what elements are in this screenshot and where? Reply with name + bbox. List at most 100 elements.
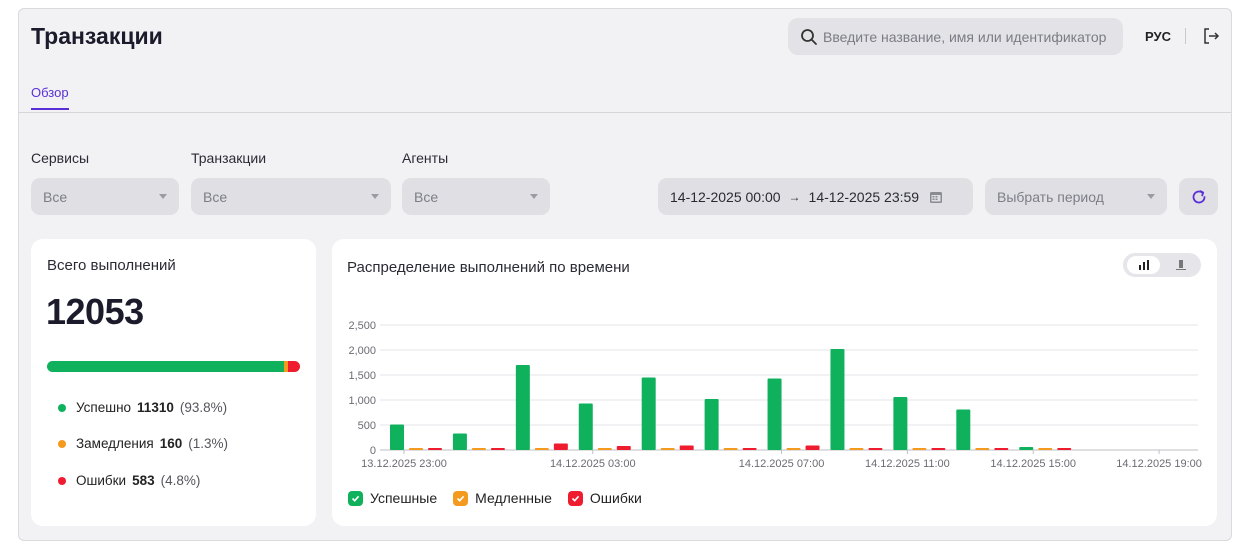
search-input[interactable] bbox=[823, 28, 1123, 45]
checkbox-icon bbox=[567, 490, 583, 506]
stat-label: Ошибки bbox=[76, 473, 127, 488]
legend-label: Успешные bbox=[370, 490, 438, 506]
bar-0-7 bbox=[830, 349, 845, 450]
stat-count: 11310 bbox=[137, 400, 174, 415]
date-to: 14-12-2025 23:59 bbox=[808, 188, 920, 205]
period-select-placeholder: Выбрать период bbox=[997, 188, 1104, 205]
distribution-card: Распределение выполнений по времени 0 500… bbox=[332, 239, 1217, 526]
agents-label: Агенты bbox=[402, 150, 449, 166]
bar-0-10 bbox=[1019, 447, 1034, 450]
bar-2-2 bbox=[553, 443, 568, 450]
legend-errors[interactable]: Ошибки bbox=[567, 490, 642, 506]
date-range-picker[interactable]: 14-12-2025 00:00 → 14-12-2025 23:59 bbox=[658, 178, 973, 215]
bar-chart: 0 500 1,000 1,500 2,000 2,500 13.12.2025 23:00… bbox=[348, 320, 1201, 470]
period-select[interactable]: Выбрать период bbox=[985, 178, 1167, 215]
chevron-down-icon bbox=[159, 194, 167, 199]
bar-0-5 bbox=[704, 399, 719, 450]
bar-2-7 bbox=[868, 448, 883, 450]
bar-1-4 bbox=[660, 448, 675, 450]
bar-2-10 bbox=[1057, 448, 1072, 450]
y-tick-label: 2,000 bbox=[348, 345, 376, 357]
tab-bar: Обзор bbox=[19, 79, 1231, 113]
stat-percent: (1.3%) bbox=[188, 436, 229, 451]
x-tick-label: 14.12.2025 15:00 bbox=[990, 458, 1076, 470]
transactions-select[interactable]: Все bbox=[191, 178, 391, 215]
x-tick-label: 13.12.2025 23:00 bbox=[361, 458, 447, 470]
status-bar-segment-errors bbox=[287, 361, 300, 372]
checkbox-icon bbox=[348, 490, 363, 506]
legend-label: Ошибки bbox=[589, 490, 642, 506]
services-select-value: Все bbox=[43, 188, 68, 205]
app-frame: Транзакции РУС Обзор Сервисы Транзакции … bbox=[18, 8, 1232, 541]
legend-success[interactable]: Успешные bbox=[348, 490, 437, 506]
bar-2-9 bbox=[994, 448, 1009, 450]
bar-1-5 bbox=[723, 448, 738, 450]
x-tick-label: 14.12.2025 11:00 bbox=[865, 458, 950, 470]
arrow-right-icon: → bbox=[788, 189, 801, 204]
bar-0-6 bbox=[767, 378, 782, 450]
y-tick-label: 1,000 bbox=[348, 395, 376, 407]
y-tick-label: 2,500 bbox=[348, 320, 376, 332]
stat-label: Замедления bbox=[76, 436, 154, 451]
agents-select[interactable]: Все bbox=[402, 178, 550, 215]
status-bar-segment-success bbox=[47, 361, 285, 372]
y-tick-label: 500 bbox=[358, 420, 376, 432]
search-box[interactable] bbox=[788, 18, 1123, 55]
bar-0-1 bbox=[452, 433, 467, 450]
chart-legend: Успешные Медленные Ошибки bbox=[348, 490, 658, 506]
legend-slow[interactable]: Медленные bbox=[453, 490, 552, 506]
bar-0-4 bbox=[641, 377, 656, 450]
bar-1-2 bbox=[534, 448, 549, 450]
bar-2-4 bbox=[679, 445, 694, 450]
error-dot-icon bbox=[58, 476, 66, 485]
slow-dot-icon bbox=[58, 439, 66, 448]
stat-errors: Ошибки 583 (4.8%) bbox=[58, 473, 200, 488]
stat-count: 583 bbox=[132, 473, 155, 488]
y-tick-label: 1,500 bbox=[348, 370, 376, 382]
total-count: 12053 bbox=[46, 291, 144, 332]
date-from: 14-12-2025 00:00 bbox=[670, 188, 781, 205]
bar-1-6 bbox=[786, 448, 801, 450]
stat-success: Успешно 11310 (93.8%) bbox=[58, 400, 227, 415]
refresh-icon bbox=[1192, 189, 1205, 203]
bar-1-7 bbox=[849, 448, 864, 450]
bar-0-3 bbox=[578, 403, 593, 450]
bar-1-3 bbox=[597, 448, 612, 450]
tab-overview[interactable]: Обзор bbox=[31, 85, 69, 110]
x-tick-label: 14.12.2025 03:00 bbox=[550, 458, 636, 470]
x-tick-label: 14.12.2025 07:00 bbox=[739, 458, 825, 470]
services-label: Сервисы bbox=[31, 150, 90, 166]
search-icon bbox=[801, 28, 817, 45]
transactions-label: Транзакции bbox=[191, 150, 267, 166]
chevron-down-icon bbox=[530, 194, 538, 199]
bar-0-9 bbox=[956, 409, 971, 450]
legend-label: Медленные bbox=[475, 490, 552, 506]
stat-percent: (93.8%) bbox=[179, 400, 228, 415]
status-stacked-bar bbox=[47, 361, 300, 372]
stat-percent: (4.8%) bbox=[160, 473, 201, 488]
transactions-select-value: Все bbox=[203, 188, 228, 205]
bar-2-1 bbox=[490, 448, 505, 450]
success-dot-icon bbox=[58, 403, 66, 412]
refresh-button[interactable] bbox=[1179, 178, 1218, 215]
bar-1-1 bbox=[471, 448, 486, 450]
page-title: Транзакции bbox=[31, 23, 163, 49]
bar-2-3 bbox=[616, 446, 631, 450]
chevron-down-icon bbox=[1147, 194, 1155, 199]
calendar-icon[interactable] bbox=[929, 190, 943, 204]
stat-count: 160 bbox=[159, 436, 183, 451]
services-select[interactable]: Все bbox=[31, 178, 179, 215]
bar-2-5 bbox=[742, 448, 757, 450]
stat-slow: Замедления 160 (1.3%) bbox=[58, 436, 228, 451]
bar-0-8 bbox=[893, 397, 908, 450]
logout-icon[interactable] bbox=[1201, 26, 1221, 46]
summary-card: Всего выполнений 12053 Успешно 11310 (93… bbox=[31, 239, 316, 526]
y-tick-label: 0 bbox=[370, 445, 376, 457]
stat-label: Успешно bbox=[76, 400, 132, 415]
bar-1-10 bbox=[1038, 448, 1053, 450]
checkbox-icon bbox=[453, 490, 469, 506]
bar-1-8 bbox=[912, 448, 927, 450]
bar-2-6 bbox=[805, 445, 820, 450]
bar-1-0 bbox=[409, 448, 423, 450]
language-switch[interactable]: РУС bbox=[1145, 29, 1171, 44]
